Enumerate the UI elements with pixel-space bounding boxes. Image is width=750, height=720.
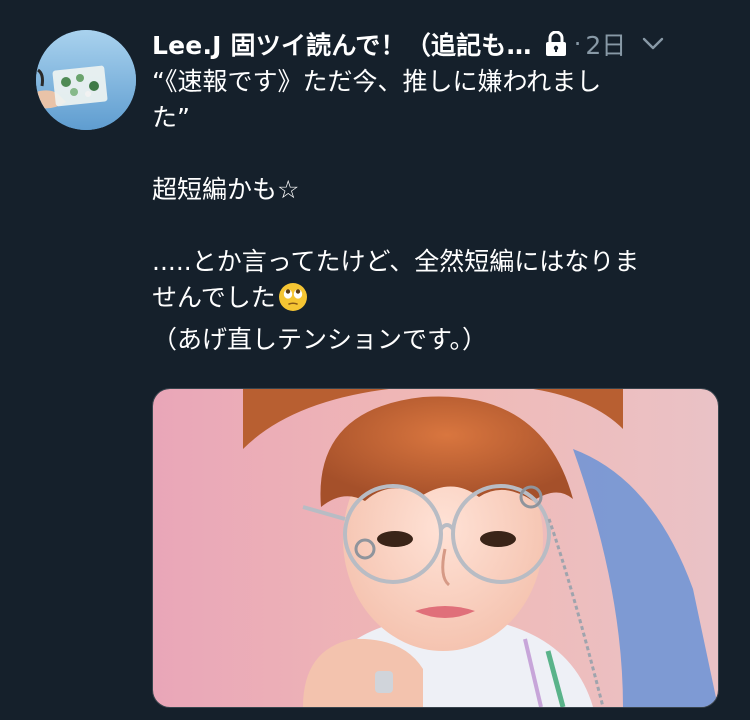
tweet-photo[interactable] xyxy=(152,388,719,708)
tweet-text: “《速報です》ただ今、推しに嫌われまし た” 超短編かも☆ .....とか言って… xyxy=(152,64,712,358)
tweet-line-4: 超短編かも☆ xyxy=(152,175,300,204)
tweet-line-2: た” xyxy=(152,103,190,132)
tweet-line-7: せんでした xyxy=(152,280,712,322)
tweet-line-1: “《速報です》ただ今、推しに嫌われまし xyxy=(152,67,602,96)
photo-image xyxy=(153,389,718,707)
tweet-line-8: （あげ直しテンションです。） xyxy=(152,325,488,354)
separator-dot: · xyxy=(573,30,582,58)
tweet-header: Lee.J 固ツイ読んで！（追記も… · 2日 xyxy=(152,24,722,64)
author-name[interactable]: Lee.J 固ツイ読んで！（追記も… xyxy=(152,26,532,62)
timestamp[interactable]: 2日 xyxy=(585,26,626,62)
avatar[interactable] xyxy=(36,30,136,130)
tweet[interactable]: Lee.J 固ツイ読んで！（追記も… · 2日 “《速報です》ただ今、推しに嫌わ… xyxy=(0,0,750,720)
tweet-line-7-text: せんでした xyxy=(152,283,276,312)
tweet-line-6: .....とか言ってたけど、全然短編にはなりま xyxy=(152,247,640,276)
avatar-image xyxy=(36,30,136,130)
chevron-down-icon[interactable] xyxy=(642,37,664,51)
face-with-rolling-eyes-emoji xyxy=(278,282,308,322)
lock-icon xyxy=(544,31,568,57)
